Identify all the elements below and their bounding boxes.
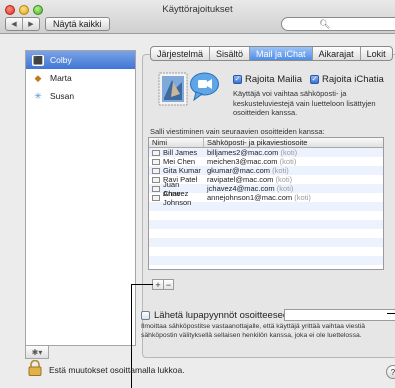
- table-row[interactable]: Bill James billjames2@mac.com (koti): [149, 148, 383, 157]
- empty-row: [149, 229, 383, 238]
- tab-time-limits[interactable]: Aikarajat: [311, 47, 360, 60]
- user-item-marta[interactable]: ◆ Marta: [26, 69, 135, 87]
- table-header: Nimi Sähköposti- ja pikaviestiosoite: [149, 138, 383, 148]
- address-tag: (koti): [294, 193, 311, 202]
- empty-row: [149, 220, 383, 229]
- user-name: Marta: [50, 73, 72, 83]
- lock-text: Estä muutokset osoittamalla lukkoa.: [49, 365, 185, 375]
- table-row[interactable]: Gita Kumar gkumar@mac.com (koti): [149, 166, 383, 175]
- contact-address: meichen3@mac.com: [207, 157, 278, 166]
- tab-system[interactable]: Järjestelmä: [151, 47, 209, 60]
- empty-row: [149, 238, 383, 247]
- limit-mail-label: Rajoita Mailia: [245, 74, 303, 85]
- butterfly-icon: ◆: [34, 72, 42, 83]
- help-button[interactable]: ?: [386, 365, 395, 379]
- search-icon: 🔍︎: [319, 19, 331, 29]
- approval-description: Ilmoittaa sähköpostitse vastaanottajalle…: [141, 323, 366, 339]
- contact-name: Anne Johnson: [163, 188, 192, 207]
- callout-line: [387, 313, 395, 314]
- address-tag: (koti): [280, 148, 298, 157]
- table-row[interactable]: Anne Johnson annejohnson1@mac.com (koti): [149, 189, 383, 207]
- address-card-icon: [152, 158, 160, 165]
- snowflake-icon: ✳: [34, 90, 42, 101]
- empty-row: [149, 247, 383, 256]
- back-forward-control: ◀ ▶: [5, 17, 40, 31]
- user-item-susan[interactable]: ✳ Susan: [26, 87, 135, 105]
- tab-bar: Järjestelmä Sisältö Mail ja iChat Aikara…: [150, 46, 393, 61]
- limit-description: Käyttäjä voi vaihtaa sähköposti- ja kesk…: [233, 89, 376, 117]
- allowed-contacts-table: Nimi Sähköposti- ja pikaviestiosoite Bil…: [148, 137, 384, 270]
- address-card-icon: [152, 194, 160, 201]
- column-header-name[interactable]: Nimi: [149, 138, 204, 147]
- contact-address: billjames2@mac.com: [207, 148, 279, 157]
- contact-address-cell: billjames2@mac.com (koti): [204, 148, 297, 157]
- contact-name: Gita Kumar: [163, 166, 201, 175]
- limit-ichat-label: Rajoita iChatia: [322, 74, 384, 85]
- user-picture-icon: ⬛: [32, 54, 44, 66]
- action-menu-button[interactable]: ✱▾: [25, 346, 49, 359]
- table-row[interactable]: Mei Chen meichen3@mac.com (koti): [149, 157, 383, 166]
- address-tag: (koti): [275, 175, 293, 184]
- add-contact-button[interactable]: +: [153, 280, 163, 290]
- column-header-address[interactable]: Sähköposti- ja pikaviestiosoite: [204, 138, 307, 147]
- send-approval-label: Lähetä lupapyynnöt osoitteeseen:: [154, 310, 297, 321]
- add-remove-control: + −: [152, 279, 174, 290]
- approval-email-field[interactable]: [284, 309, 395, 321]
- tab-content[interactable]: Sisältö: [209, 47, 249, 60]
- limit-checkboxes: ✓ Rajoita Mailia ✓ Rajoita iChatia: [233, 74, 384, 85]
- tab-mail-ichat[interactable]: Mail ja iChat: [249, 47, 312, 60]
- contact-address-cell: ravipatel@mac.com (koti): [204, 175, 292, 184]
- forward-arrow-icon[interactable]: ▶: [22, 18, 39, 30]
- title-bar: Käyttörajoitukset ◀ ▶ Näytä kaikki 🔍︎: [0, 0, 395, 34]
- contact-name-cell: Bill James: [149, 148, 204, 157]
- contact-address-cell: meichen3@mac.com (koti): [204, 157, 296, 166]
- user-name: Colby: [50, 55, 72, 65]
- contact-name: Bill James: [163, 148, 198, 157]
- empty-row: [149, 211, 383, 220]
- window-title: Käyttörajoitukset: [162, 4, 233, 15]
- remove-contact-button[interactable]: −: [163, 280, 173, 290]
- address-tag: (koti): [279, 157, 297, 166]
- callout-line: [131, 284, 153, 285]
- contact-address-cell: annejohnson1@mac.com (koti): [204, 193, 311, 202]
- user-name: Susan: [50, 91, 75, 101]
- address-card-icon: [152, 167, 160, 174]
- address-tag: (koti): [276, 184, 294, 193]
- allowed-list-label: Salli viestiminen vain seuraavien osoitt…: [150, 127, 325, 136]
- approval-row: Lähetä lupapyynnöt osoitteeseen:: [141, 310, 296, 321]
- contact-name-cell: Gita Kumar: [149, 166, 204, 175]
- user-item-colby[interactable]: ⬛ Colby: [26, 51, 135, 69]
- contact-address-cell: jchavez4@mac.com (koti): [204, 184, 293, 193]
- limit-ichat-checkbox[interactable]: ✓: [310, 75, 320, 84]
- contact-address: gkumar@mac.com: [207, 166, 271, 175]
- contact-name-cell: Anne Johnson: [149, 189, 204, 207]
- table-body: Bill James billjames2@mac.com (koti) Mei C…: [149, 148, 383, 265]
- contact-address-cell: gkumar@mac.com (koti): [204, 166, 289, 175]
- contact-name: Mei Chen: [163, 157, 196, 166]
- empty-row: [149, 256, 383, 265]
- lock-icon[interactable]: [28, 360, 42, 376]
- search-field[interactable]: 🔍︎: [281, 17, 395, 31]
- send-approval-checkbox[interactable]: [141, 311, 150, 320]
- address-tag: (koti): [272, 166, 289, 175]
- mail-stamp-icon: [158, 72, 188, 106]
- back-arrow-icon[interactable]: ◀: [6, 18, 22, 30]
- ichat-icon: [190, 72, 219, 101]
- user-list: ⬛ Colby ◆ Marta ✳ Susan: [25, 50, 136, 346]
- contact-name-cell: Mei Chen: [149, 157, 204, 166]
- contact-address: annejohnson1@mac.com: [207, 193, 293, 202]
- contact-address: jchavez4@mac.com: [207, 184, 275, 193]
- parental-controls-window: Käyttörajoitukset ◀ ▶ Näytä kaikki 🔍︎ ⬛ …: [0, 0, 395, 388]
- tab-logs[interactable]: Lokit: [359, 47, 392, 60]
- address-card-icon: [152, 149, 160, 156]
- contact-address: ravipatel@mac.com: [207, 175, 274, 184]
- show-all-button[interactable]: Näytä kaikki: [45, 17, 110, 31]
- limit-mail-checkbox[interactable]: ✓: [233, 75, 242, 84]
